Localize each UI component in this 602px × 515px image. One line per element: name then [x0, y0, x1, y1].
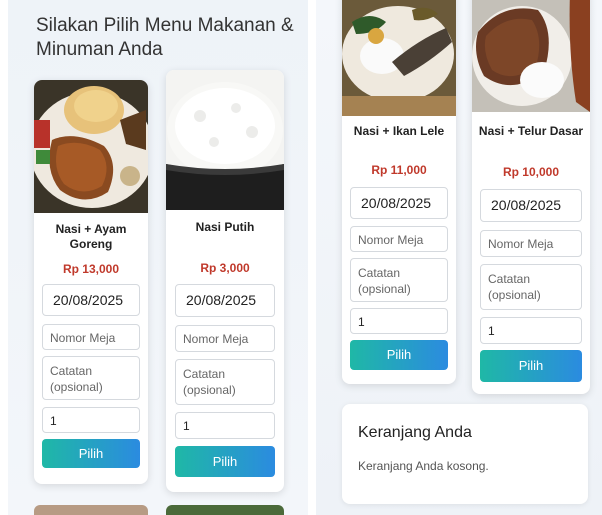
food-photo-telur-dasar [472, 0, 590, 112]
menu-price: Rp 13,000 [62, 262, 120, 276]
cart-title: Keranjang Anda [358, 424, 472, 441]
note-input[interactable]: Catatan (opsional) [350, 258, 448, 302]
cart-empty-message: Keranjang Anda kosong. [358, 459, 489, 473]
menu-name: Nasi Putih [195, 220, 255, 234]
menu-panel-left: Silakan Pilih Menu Makanan & Minuman And… [8, 0, 308, 515]
menu-card-telur-dasar: Nasi + Telur Dasar Rp 10,000 20/08/2025 … [472, 0, 590, 394]
note-input[interactable]: Catatan (opsional) [175, 359, 275, 405]
menu-name: Nasi + Ikan Lele [353, 124, 445, 138]
note-input[interactable]: Catatan (opsional) [42, 356, 140, 400]
date-input[interactable]: 20/08/2025 [175, 284, 275, 317]
quantity-input[interactable]: 1 [175, 412, 275, 439]
quantity-input[interactable]: 1 [480, 317, 582, 344]
table-number-input[interactable]: Nomor Meja [42, 324, 140, 350]
date-input[interactable]: 20/08/2025 [42, 284, 140, 316]
food-photo-partial [34, 505, 148, 515]
menu-card-nasi-putih: Nasi Putih Rp 3,000 20/08/2025 Nomor Mej… [166, 70, 284, 492]
food-photo-ikan-lele [342, 0, 456, 116]
panel-divider [308, 0, 316, 515]
food-photo-ayam-goreng [34, 80, 148, 213]
pilih-button[interactable]: Pilih [350, 340, 448, 370]
note-input[interactable]: Catatan (opsional) [480, 264, 582, 310]
menu-panel-right: Nasi + Ikan Lele Rp 11,000 20/08/2025 No… [316, 0, 602, 515]
table-number-input[interactable]: Nomor Meja [480, 230, 582, 257]
table-number-input[interactable]: Nomor Meja [350, 226, 448, 252]
quantity-input[interactable]: 1 [42, 407, 140, 433]
table-number-input[interactable]: Nomor Meja [175, 325, 275, 352]
menu-name: Nasi + Telur Dasar [478, 124, 584, 138]
menu-name: Nasi + Ayam Goreng [55, 222, 127, 251]
pilih-button[interactable]: Pilih [175, 446, 275, 477]
food-photo-partial [166, 505, 284, 515]
food-photo-nasi-putih [166, 70, 284, 210]
menu-price: Rp 3,000 [200, 261, 250, 275]
menu-card-ayam-goreng: Nasi + Ayam Goreng Rp 13,000 20/08/2025 … [34, 80, 148, 484]
menu-card-ikan-lele: Nasi + Ikan Lele Rp 11,000 20/08/2025 No… [342, 0, 456, 384]
date-input[interactable]: 20/08/2025 [480, 189, 582, 222]
menu-price: Rp 10,000 [502, 165, 560, 179]
page-title: Silakan Pilih Menu Makanan & Minuman And… [36, 15, 294, 60]
quantity-input[interactable]: 1 [350, 308, 448, 334]
pilih-button[interactable]: Pilih [480, 350, 582, 382]
pilih-button[interactable]: Pilih [42, 439, 140, 468]
menu-price: Rp 11,000 [371, 163, 427, 177]
cart-panel: Keranjang Anda Keranjang Anda kosong. [342, 404, 588, 504]
date-input[interactable]: 20/08/2025 [350, 187, 448, 219]
